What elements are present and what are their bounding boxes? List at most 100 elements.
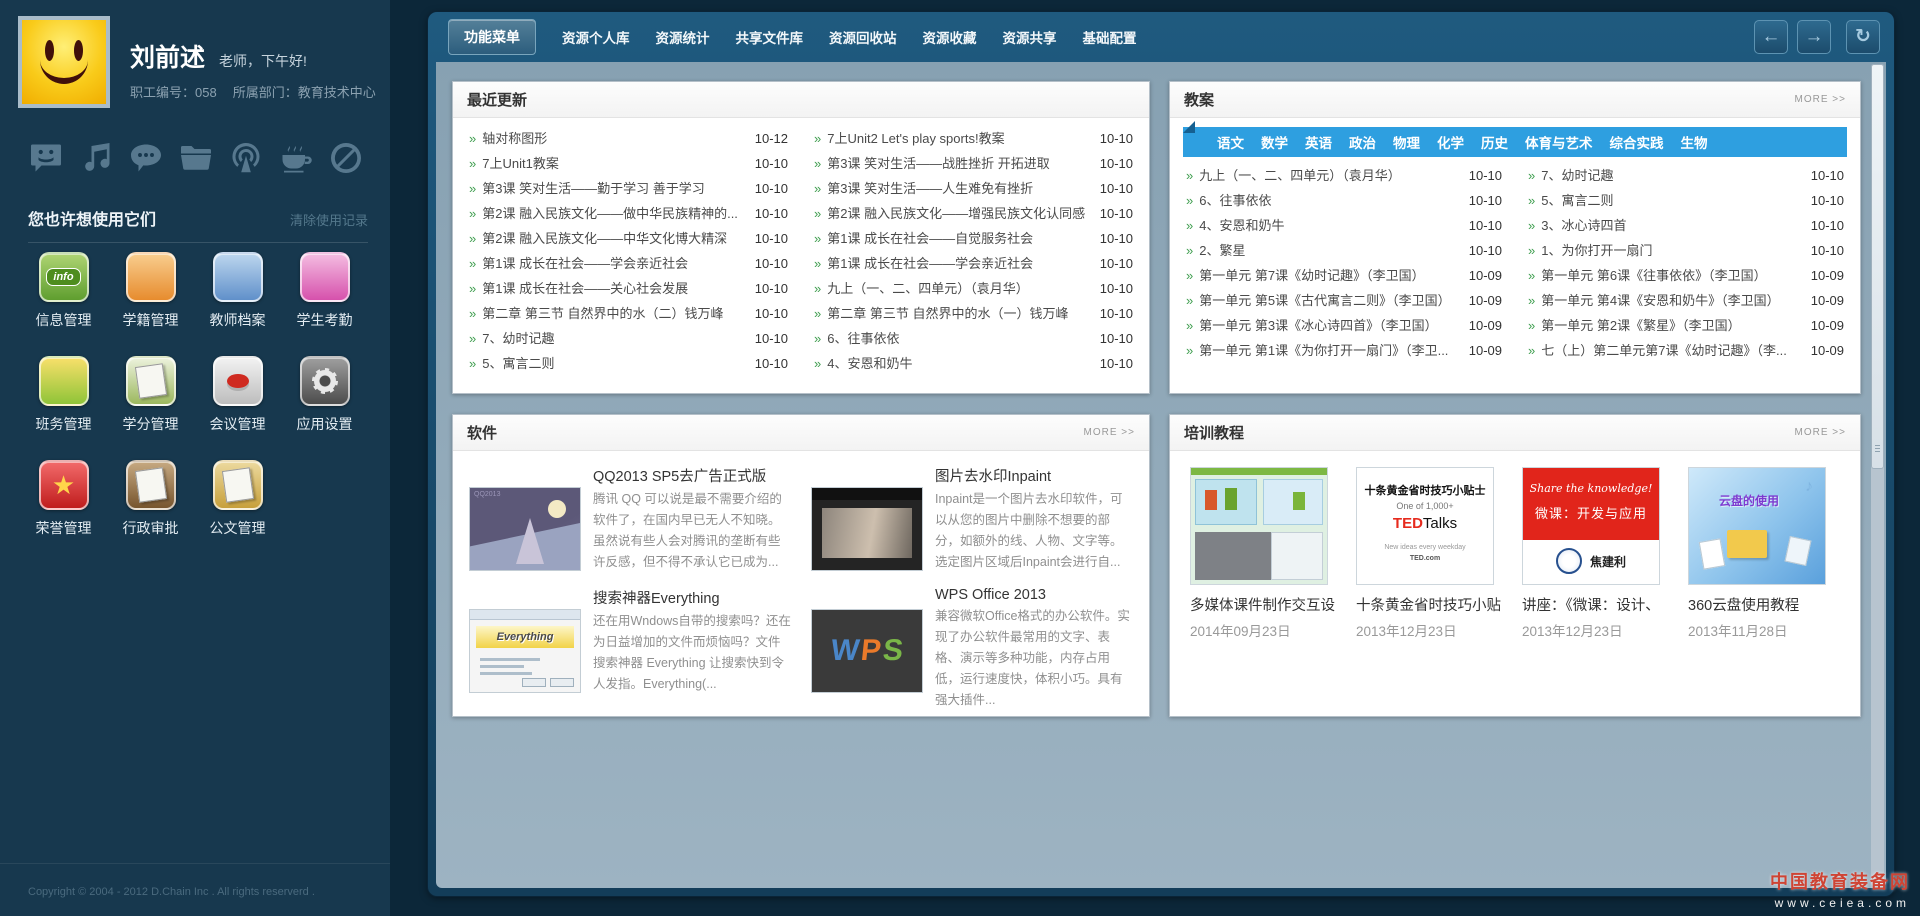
app-info-management[interactable]: info 信息管理 — [36, 252, 92, 330]
block-icon[interactable] — [328, 140, 364, 176]
list-item[interactable]: » 第一单元 第1课《为你打开一扇门》（李卫... 10-09 — [1186, 340, 1502, 365]
app-student-attendance[interactable]: 学生考勤 — [297, 252, 353, 330]
app-settings[interactable]: 应用设置 — [297, 356, 353, 434]
list-item[interactable]: » 第一单元 第6课《往事依依》（李卫国） 10-09 — [1528, 265, 1844, 290]
bullet-icon: » — [469, 256, 477, 271]
folder-icon[interactable] — [178, 140, 214, 176]
list-item[interactable]: » 2、繁星 10-10 — [1186, 240, 1502, 265]
list-item[interactable]: » 3、冰心诗四首 10-10 — [1528, 215, 1844, 240]
list-item[interactable]: » 第1课 成长在社会——关心社会发展 10-10 — [469, 278, 788, 303]
list-item[interactable]: » 七（上）第二单元第7课《幼时记趣》（李... 10-09 — [1528, 340, 1844, 365]
app-honor-management[interactable]: ★ 荣誉管理 — [36, 460, 92, 538]
software-item-title[interactable]: WPS Office 2013 — [935, 587, 1133, 603]
list-item[interactable]: » 4、安恩和奶牛 10-10 — [814, 353, 1133, 378]
software-item-everything[interactable]: Everything 搜索神器Everything 还在用Wndows自带的搜索… — [469, 587, 791, 711]
lesson-more-link[interactable]: MORE >> — [1795, 94, 1846, 105]
list-item[interactable]: » 6、往事依依 10-10 — [814, 328, 1133, 353]
list-item[interactable]: » 7上Unit1教案 10-10 — [469, 153, 788, 178]
list-item[interactable]: » 1、为你打开一扇门 10-10 — [1528, 240, 1844, 265]
software-item-title[interactable]: 图片去水印Inpaint — [935, 465, 1133, 486]
list-item[interactable]: » 7、幼时记趣 10-10 — [1528, 165, 1844, 190]
list-item[interactable]: » 7、幼时记趣 10-10 — [469, 328, 788, 353]
list-item[interactable]: » 6、往事依依 10-10 — [1186, 190, 1502, 215]
tab-biology[interactable]: 生物 — [1681, 132, 1708, 152]
software-item-title[interactable]: 搜索神器Everything — [593, 587, 791, 608]
software-item-wps[interactable]: WPS WPS Office 2013 兼容微软Office格式的办公软件。实现… — [811, 587, 1133, 711]
scrollbar-thumb[interactable] — [1871, 64, 1884, 469]
training-card-multimedia[interactable]: 多媒体课件制作交互设 2014年09月23日 — [1190, 467, 1342, 640]
software-item-qq[interactable]: QQ2013 QQ2013 SP5去广告正式版 腾讯 QQ 可以说是最不需要介绍… — [469, 465, 791, 573]
list-item[interactable]: » 第二章 第三节 自然界中的水（一）钱万峰 10-10 — [814, 303, 1133, 328]
list-item[interactable]: » 第2课 融入民族文化——中华文化博大精深 10-10 — [469, 228, 788, 253]
weike-thumbnail: Share the knowledge! 微课：开发与应用 焦建利 — [1522, 467, 1660, 585]
lesson-col-1: » 九上（一、二、四单元）（袁月华） 10-10 » 6、往事依依 10-10 » 4、安… — [1186, 165, 1502, 365]
list-item[interactable]: » 第3课 笑对生活——人生难免有挫折 10-10 — [814, 178, 1133, 203]
tab-resource-share[interactable]: 资源共享 — [1003, 27, 1057, 47]
list-item[interactable]: » 第一单元 第7课《幼时记趣》（李卫国） 10-09 — [1186, 265, 1502, 290]
list-item[interactable]: » 轴对称图形 10-12 — [469, 128, 788, 153]
list-item[interactable]: » 7上Unit2 Let's play sports!教案 10-10 — [814, 128, 1133, 153]
tab-history[interactable]: 历史 — [1481, 132, 1508, 152]
tab-personal-library[interactable]: 资源个人库 — [562, 27, 630, 47]
back-button[interactable]: ← — [1754, 20, 1788, 54]
comment-icon[interactable] — [128, 140, 164, 176]
tab-base-config[interactable]: 基础配置 — [1083, 27, 1137, 47]
list-item[interactable]: » 第1课 成长在社会——学会亲近社会 10-10 — [469, 253, 788, 278]
music-icon[interactable] — [78, 140, 114, 176]
tab-math[interactable]: 数学 — [1261, 132, 1288, 152]
training-card-360-cloud[interactable]: 云盘的使用 ♪ 360云盘使用教程 2013年11月28日 — [1688, 467, 1840, 640]
avatar[interactable] — [18, 16, 110, 108]
software-item-title[interactable]: QQ2013 SP5去广告正式版 — [593, 465, 791, 486]
list-item[interactable]: » 第一单元 第5课《古代寓言二则》（李卫国） 10-09 — [1186, 290, 1502, 315]
tab-practice[interactable]: 综合实践 — [1610, 132, 1664, 152]
list-item[interactable]: » 第二章 第三节 自然界中的水（二）钱万峰 10-10 — [469, 303, 788, 328]
tab-favorites[interactable]: 资源收藏 — [923, 27, 977, 47]
refresh-button[interactable]: ↻ — [1846, 20, 1880, 54]
forward-button[interactable]: → — [1797, 20, 1831, 54]
tab-resource-stats[interactable]: 资源统计 — [656, 27, 710, 47]
tab-politics[interactable]: 政治 — [1349, 132, 1376, 152]
list-item[interactable]: » 第一单元 第2课《繁星》（李卫国） 10-09 — [1528, 315, 1844, 340]
list-item[interactable]: » 九上（一、二、四单元）（袁月华） 10-10 — [814, 278, 1133, 303]
app-teacher-archive[interactable]: 教师档案 — [210, 252, 266, 330]
list-item[interactable]: » 第一单元 第3课《冰心诗四首》（李卫国） 10-09 — [1186, 315, 1502, 340]
training-card-ted-tips[interactable]: 十条黄金省时技巧小贴士 One of 1,000+ TEDTalks New i… — [1356, 467, 1508, 640]
list-item[interactable]: » 第2课 融入民族文化——做中华民族精神的... 10-10 — [469, 203, 788, 228]
bullet-icon: » — [469, 206, 477, 221]
list-item[interactable]: » 第1课 成长在社会——自觉服务社会 10-10 — [814, 228, 1133, 253]
software-more-link[interactable]: MORE >> — [1084, 427, 1135, 438]
app-meeting-management[interactable]: 会议管理 — [210, 356, 266, 434]
training-more-link[interactable]: MORE >> — [1795, 427, 1846, 438]
app-class-affairs[interactable]: 班务管理 — [36, 356, 92, 434]
list-item[interactable]: » 第1课 成长在社会——学会亲近社会 10-10 — [814, 253, 1133, 278]
clear-history-link[interactable]: 清除使用记录 — [290, 210, 368, 229]
message-icon[interactable] — [28, 140, 64, 176]
tab-english[interactable]: 英语 — [1305, 132, 1332, 152]
list-item[interactable]: » 5、寓言二则 10-10 — [469, 353, 788, 378]
training-card-weike-lecture[interactable]: Share the knowledge! 微课：开发与应用 焦建利 讲座：《微课：… — [1522, 467, 1674, 640]
vertical-scrollbar[interactable] — [1871, 64, 1884, 886]
tab-physics[interactable]: 物理 — [1393, 132, 1420, 152]
list-item[interactable]: » 第一单元 第4课《安恩和奶牛》（李卫国） 10-09 — [1528, 290, 1844, 315]
list-item[interactable]: » 4、安恩和奶牛 10-10 — [1186, 215, 1502, 240]
bullet-icon: » — [814, 206, 822, 221]
app-admin-approval[interactable]: 行政审批 — [123, 460, 179, 538]
app-student-registry[interactable]: 学籍管理 — [123, 252, 179, 330]
broadcast-icon[interactable] — [228, 140, 264, 176]
tab-recycle-bin[interactable]: 资源回收站 — [829, 27, 897, 47]
list-item[interactable]: » 第2课 融入民族文化——增强民族文化认同感 10-10 — [814, 203, 1133, 228]
list-item[interactable]: » 第3课 笑对生活——战胜挫折 开拓进取 10-10 — [814, 153, 1133, 178]
software-item-inpaint[interactable]: 图片去水印Inpaint Inpaint是一个图片去水印软件，可以从您的图片中删… — [811, 465, 1133, 573]
app-document-management[interactable]: 公文管理 — [210, 460, 266, 538]
sidebar: 刘前述 老师，下午好! 职工编号：058 所属部门：教育技术中心 您也许想使用它… — [0, 0, 390, 916]
tab-function-menu[interactable]: 功能菜单 — [448, 19, 536, 55]
list-item[interactable]: » 5、寓言二则 10-10 — [1528, 190, 1844, 215]
list-item[interactable]: » 第3课 笑对生活——勤于学习 善于学习 10-10 — [469, 178, 788, 203]
app-credit-management[interactable]: 学分管理 — [123, 356, 179, 434]
coffee-icon[interactable] — [278, 140, 314, 176]
tab-pe-art[interactable]: 体育与艺术 — [1525, 132, 1593, 152]
tab-chinese[interactable]: 语文 — [1217, 132, 1244, 152]
tab-shared-files[interactable]: 共享文件库 — [736, 27, 804, 47]
tab-chemistry[interactable]: 化学 — [1437, 132, 1464, 152]
list-item[interactable]: » 九上（一、二、四单元）（袁月华） 10-10 — [1186, 165, 1502, 190]
